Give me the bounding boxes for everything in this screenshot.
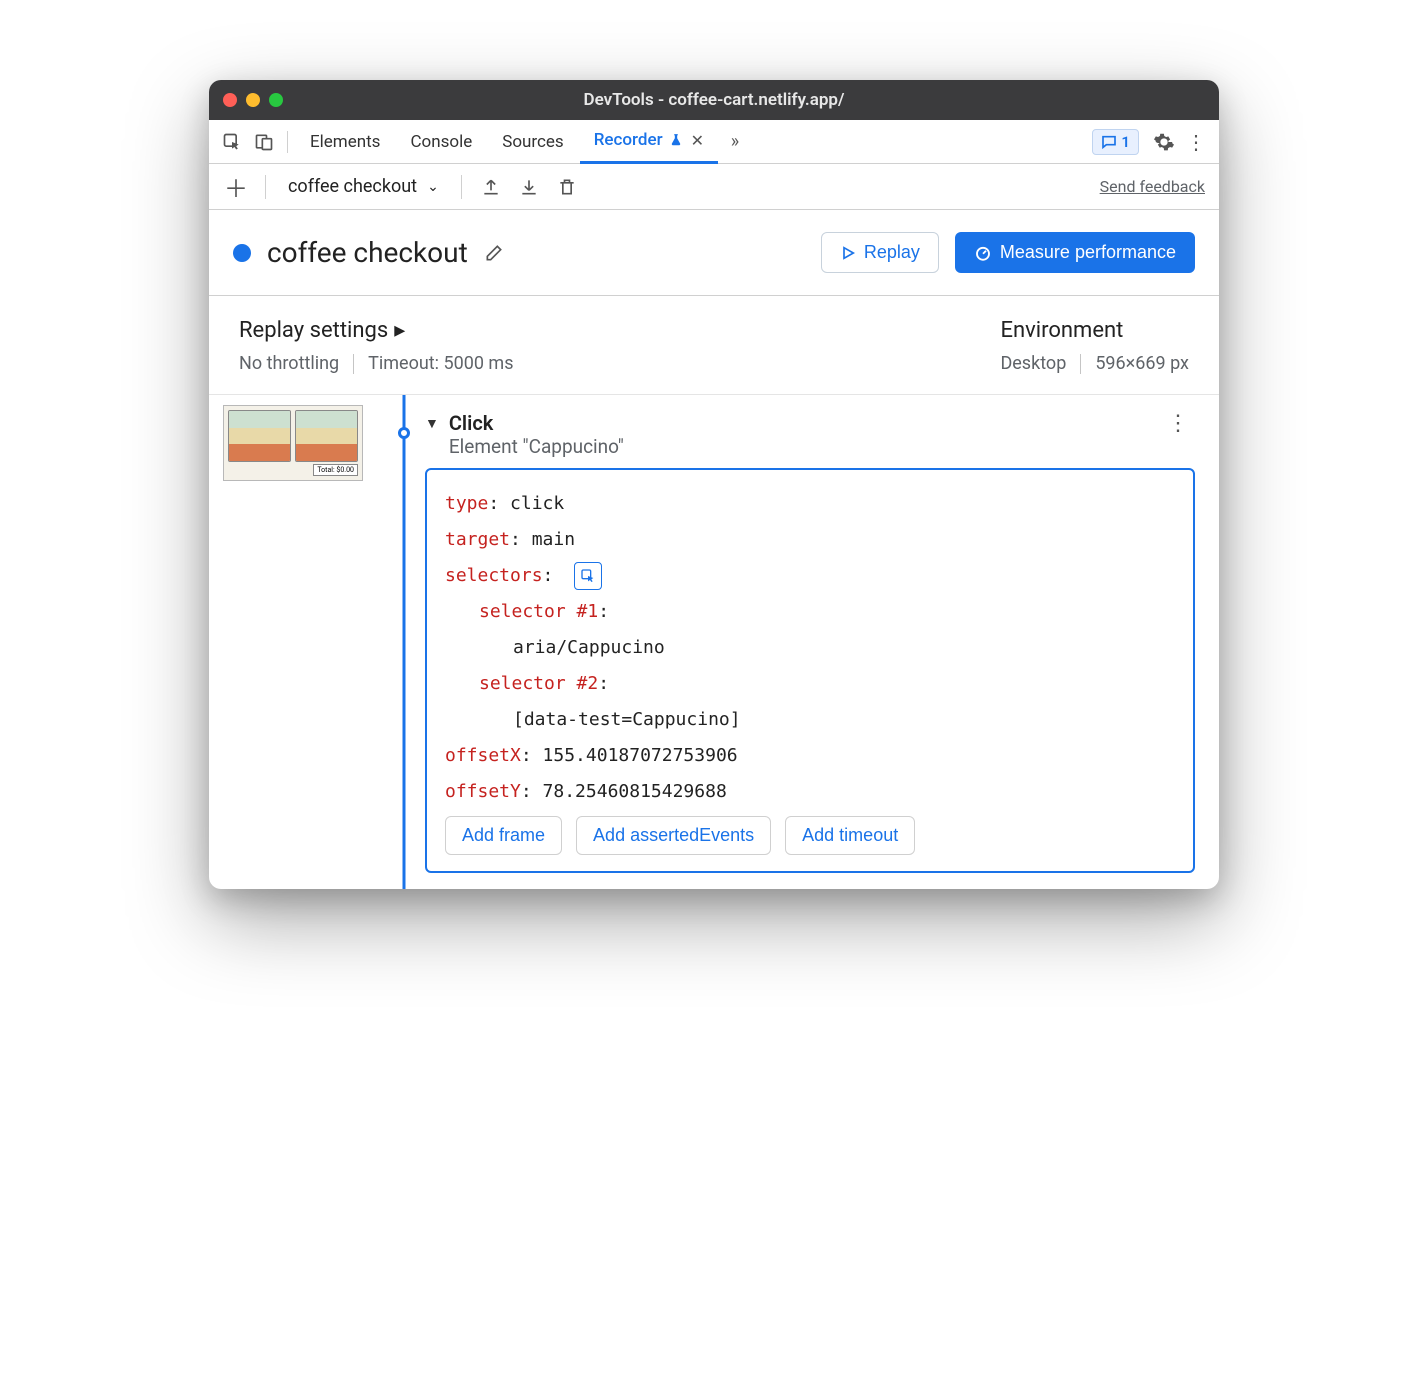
throttling-value[interactable]: No throttling — [239, 353, 339, 374]
replay-settings-toggle[interactable]: Replay settings ▸ — [239, 318, 514, 343]
maximize-window-button[interactable] — [269, 93, 283, 107]
replay-label: Replay — [864, 242, 920, 263]
recording-selector[interactable]: coffee checkout ⌄ — [282, 176, 445, 197]
field-row[interactable]: target: main — [445, 522, 1175, 558]
delete-icon[interactable] — [554, 174, 580, 200]
device-toggle-icon[interactable] — [249, 127, 279, 157]
field-value: main — [532, 529, 575, 550]
field-value: click — [510, 493, 564, 514]
field-key: offsetX — [445, 745, 521, 766]
gauge-icon — [974, 244, 992, 262]
tab-label: Recorder — [594, 130, 663, 150]
settings-row: Replay settings ▸ No throttling Timeout:… — [209, 296, 1219, 395]
environment-group: Environment Desktop 596×669 px — [1000, 318, 1189, 374]
tab-recorder[interactable]: Recorder ✕ — [580, 120, 718, 164]
field-row[interactable]: type: click — [445, 486, 1175, 522]
separator — [287, 131, 288, 153]
inspect-icon[interactable] — [217, 127, 247, 157]
viewport-value: 596×669 px — [1095, 353, 1189, 374]
field-key: target — [445, 529, 510, 550]
separator — [353, 354, 354, 374]
recording-status-dot — [233, 244, 251, 262]
tab-label: Console — [410, 132, 472, 152]
issues-count: 1 — [1121, 133, 1130, 151]
collapse-caret-icon[interactable]: ▼ — [425, 415, 439, 432]
timeline-node[interactable] — [398, 427, 410, 439]
import-icon[interactable] — [516, 174, 542, 200]
chevron-down-icon: ⌄ — [427, 179, 439, 195]
chevron-right-icon: ▸ — [394, 318, 405, 343]
field-key: offsetY — [445, 781, 521, 802]
close-tab-icon[interactable]: ✕ — [691, 131, 704, 150]
kebab-menu-icon[interactable]: ⋮ — [1181, 127, 1211, 157]
step-subtitle: Element "Cappucino" — [449, 435, 624, 458]
replay-settings-group: Replay settings ▸ No throttling Timeout:… — [239, 318, 514, 374]
thumbnail-column: Total: $0.00 — [209, 395, 389, 889]
field-row[interactable]: selector #1: — [445, 594, 1175, 630]
edit-title-icon[interactable] — [484, 243, 504, 263]
thumb-price: Total: $0.00 — [313, 464, 358, 476]
issues-badge[interactable]: 1 — [1092, 129, 1139, 155]
timeline: Total: $0.00 ▼ Click Element "Cappucino"… — [209, 395, 1219, 889]
step-header[interactable]: ▼ Click Element "Cappucino" ⋮ — [425, 411, 1195, 458]
field-row[interactable]: selectors: — [445, 558, 1175, 594]
field-value: 78.25460815429688 — [543, 781, 727, 802]
tab-elements[interactable]: Elements — [296, 120, 394, 164]
field-row[interactable]: offsetX: 155.40187072753906 — [445, 738, 1175, 774]
minimize-window-button[interactable] — [246, 93, 260, 107]
play-icon — [840, 245, 856, 261]
add-asserted-events-button[interactable]: Add assertedEvents — [576, 816, 771, 855]
field-row[interactable]: selector #2: — [445, 666, 1175, 702]
recorder-toolbar: ＋ coffee checkout ⌄ Send feedback — [209, 164, 1219, 210]
settings-gear-icon[interactable] — [1149, 127, 1179, 157]
field-key: selector #2 — [479, 673, 598, 694]
panel-tabbar: Elements Console Sources Recorder ✕ » 1 … — [209, 120, 1219, 164]
field-key: selector #1 — [479, 601, 598, 622]
step-title: Click — [449, 411, 624, 435]
separator — [265, 175, 266, 199]
replay-button[interactable]: Replay — [821, 232, 939, 273]
timeline-rail — [389, 395, 419, 889]
experiment-flask-icon — [669, 133, 683, 147]
field-key: selectors — [445, 565, 543, 586]
field-value[interactable]: aria/Cappucino — [445, 630, 1175, 666]
recording-header: coffee checkout Replay Measure performan… — [209, 210, 1219, 296]
recording-name: coffee checkout — [288, 176, 417, 197]
window-title: DevTools - coffee-cart.netlify.app/ — [209, 90, 1219, 110]
replay-settings-label: Replay settings — [239, 318, 388, 343]
add-timeout-button[interactable]: Add timeout — [785, 816, 915, 855]
select-element-icon[interactable] — [574, 562, 602, 590]
environment-label: Environment — [1000, 318, 1189, 343]
separator — [1080, 354, 1081, 374]
recording-title: coffee checkout — [267, 236, 468, 269]
titlebar: DevTools - coffee-cart.netlify.app/ — [209, 80, 1219, 120]
separator — [461, 175, 462, 199]
field-row[interactable]: offsetY: 78.25460815429688 — [445, 774, 1175, 810]
tab-console[interactable]: Console — [396, 120, 486, 164]
step-thumbnail[interactable]: Total: $0.00 — [223, 405, 363, 481]
devtools-window: DevTools - coffee-cart.netlify.app/ Elem… — [209, 80, 1219, 889]
more-tabs-icon[interactable]: » — [720, 127, 750, 157]
measure-label: Measure performance — [1000, 242, 1176, 263]
send-feedback-link[interactable]: Send feedback — [1100, 177, 1205, 196]
step-details: type: click target: main selectors: sele… — [425, 468, 1195, 873]
field-key: type — [445, 493, 488, 514]
device-value: Desktop — [1000, 353, 1066, 374]
add-frame-button[interactable]: Add frame — [445, 816, 562, 855]
window-controls — [223, 93, 283, 107]
step-column: ▼ Click Element "Cappucino" ⋮ type: clic… — [419, 395, 1219, 889]
close-window-button[interactable] — [223, 93, 237, 107]
new-recording-icon[interactable]: ＋ — [223, 174, 249, 200]
tab-label: Sources — [502, 132, 563, 152]
export-icon[interactable] — [478, 174, 504, 200]
timeout-value[interactable]: Timeout: 5000 ms — [368, 353, 513, 374]
tab-label: Elements — [310, 132, 380, 152]
tab-sources[interactable]: Sources — [488, 120, 577, 164]
field-value: 155.40187072753906 — [543, 745, 738, 766]
measure-performance-button[interactable]: Measure performance — [955, 232, 1195, 273]
step-menu-icon[interactable]: ⋮ — [1161, 411, 1195, 436]
field-value[interactable]: [data-test=Cappucino] — [445, 702, 1175, 738]
